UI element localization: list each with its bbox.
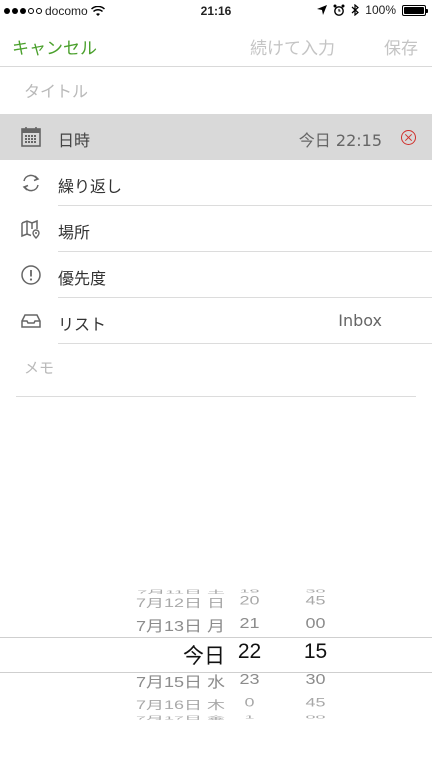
calendar-icon: [21, 127, 41, 147]
picker-hour: 22: [237, 640, 262, 663]
picker-hour: 19: [239, 588, 260, 594]
picker-minute: 00: [305, 714, 326, 720]
picker-minute: 30: [305, 588, 326, 594]
picker-row[interactable]: 7月17日 金 1 00: [0, 714, 432, 722]
row-list[interactable]: リスト Inbox: [0, 298, 432, 344]
picker-row[interactable]: 今日 22 15: [0, 640, 432, 670]
location-arrow-icon: [317, 5, 328, 15]
picker-minute: 15: [303, 640, 328, 663]
repeat-icon: [22, 174, 40, 192]
picker-date: 7月12日 日: [135, 596, 225, 610]
status-bar: docomo 21:16 100%: [0, 0, 432, 22]
picker-minute: 30: [305, 670, 326, 687]
priority-icon: [21, 265, 41, 285]
inbox-icon: [21, 314, 41, 328]
navigation-bar: キャンセル 続けて入力 保存: [0, 22, 432, 67]
picker-minute: 45: [305, 594, 326, 607]
alarm-icon: [333, 4, 345, 16]
picker-row[interactable]: 7月16日 木 0 45: [0, 697, 432, 716]
picker-date: 今日: [183, 645, 225, 668]
row-location-label: 場所: [58, 223, 91, 242]
row-priority-label: 優先度: [58, 269, 107, 288]
memo-divider: [16, 396, 416, 397]
cancel-button[interactable]: キャンセル: [12, 34, 97, 59]
bluetooth-icon: [351, 4, 360, 16]
picker-hour: 21: [239, 614, 260, 632]
row-datetime[interactable]: 日時 今日 22:15: [0, 114, 432, 160]
battery-percent: 100%: [365, 3, 396, 17]
picker-minute: 00: [305, 614, 326, 632]
row-location[interactable]: 場所: [0, 206, 432, 252]
picker-date: 7月16日 木: [135, 699, 225, 713]
row-list-label: リスト: [58, 315, 107, 334]
title-field-container: [0, 68, 432, 114]
picker-minute: 45: [305, 696, 326, 710]
picker-row[interactable]: 7月13日 月 21 00: [0, 615, 432, 640]
save-button[interactable]: 保存: [384, 34, 418, 59]
row-repeat-label: 繰り返し: [58, 177, 123, 196]
picker-date: 7月15日 水: [135, 673, 225, 691]
status-icons: 100%: [317, 3, 428, 17]
picker-hour: 0: [244, 696, 255, 710]
picker-hour: 23: [239, 670, 260, 687]
row-datetime-value: 今日 22:15: [298, 131, 382, 150]
picker-date: 7月17日 金: [135, 715, 225, 721]
row-datetime-label: 日時: [58, 131, 91, 150]
picker-hour: 20: [239, 594, 260, 607]
map-pin-icon: [21, 219, 40, 239]
picker-date: 7月13日 月: [135, 618, 225, 635]
row-list-value: Inbox: [338, 311, 382, 330]
memo-container: [0, 343, 432, 397]
title-input[interactable]: [0, 68, 432, 114]
memo-input[interactable]: [0, 343, 432, 397]
picker-hour: 1: [244, 714, 255, 720]
continue-entry-button[interactable]: 続けて入力: [250, 34, 335, 59]
picker-row[interactable]: 7月12日 日 20 45: [0, 594, 432, 613]
row-priority[interactable]: 優先度: [0, 252, 432, 298]
row-repeat[interactable]: 繰り返し: [0, 160, 432, 206]
picker-row[interactable]: 7月15日 水 23 30: [0, 671, 432, 696]
battery-icon: [402, 4, 428, 16]
datetime-picker[interactable]: 7月11日 土 19 30 7月12日 日 20 45 7月13日 月 21 00 今日 22 15 7…: [0, 552, 432, 768]
clear-datetime-icon[interactable]: [401, 130, 416, 145]
